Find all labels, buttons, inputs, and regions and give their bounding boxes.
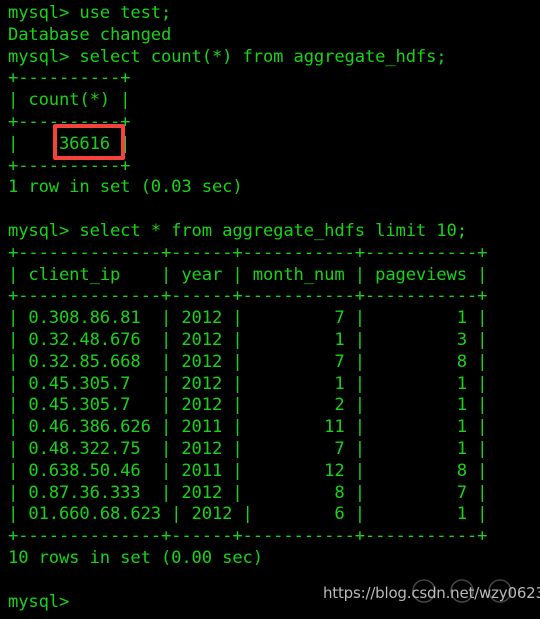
table-row: | 0.45.305.7 | 2012 | 2 | 1 | bbox=[8, 395, 488, 416]
terminal-line-prompt-count-query: mysql> select count(*) from aggregate_hd… bbox=[8, 46, 447, 67]
count-result-status: 1 row in set (0.03 sec) bbox=[8, 177, 243, 198]
blog-watermark: https://blog.csdn.net/wzy0623 bbox=[323, 584, 540, 602]
table-row: | 01.660.68.623 | 2012 | 6 | 1 | bbox=[8, 504, 488, 525]
table-row: | 0.638.50.46 | 2011 | 12 | 8 | bbox=[8, 460, 488, 481]
count-table-separator-bottom: +----------+ bbox=[8, 155, 131, 176]
terminal-window[interactable]: mysql> use test; Database changed mysql>… bbox=[0, 0, 540, 619]
table-row: | 0.32.85.668 | 2012 | 7 | 8 | bbox=[8, 351, 488, 372]
rows-table-separator-bottom: +--------------+------+-----------+-----… bbox=[8, 526, 488, 547]
table-row: | 0.308.86.81 | 2012 | 7 | 1 | bbox=[8, 308, 488, 329]
table-row: | 0.46.386.626 | 2011 | 11 | 1 | bbox=[8, 417, 488, 438]
rows-table-header-row: | client_ip | year | month_num | pagevie… bbox=[8, 264, 488, 285]
count-table-separator-mid: +----------+ bbox=[8, 111, 131, 132]
count-table-value-row: | 36616 | bbox=[8, 133, 131, 154]
rows-table-separator-top: +--------------+------+-----------+-----… bbox=[8, 242, 488, 263]
count-table-header-row: | count(*) | bbox=[8, 90, 131, 111]
terminal-line-database-changed: Database changed bbox=[8, 24, 172, 45]
select-result-status: 10 rows in set (0.00 sec) bbox=[8, 547, 263, 568]
table-row: | 0.48.322.75 | 2012 | 7 | 1 | bbox=[8, 438, 488, 459]
table-row: | 0.45.305.7 | 2012 | 1 | 1 | bbox=[8, 373, 488, 394]
table-row: | 0.32.48.676 | 2012 | 1 | 3 | bbox=[8, 329, 488, 350]
terminal-blank-line-1 bbox=[8, 199, 540, 221]
terminal-line-prompt-use-test: mysql> use test; bbox=[8, 3, 172, 23]
rows-table-separator-mid: +--------------+------+-----------+-----… bbox=[8, 286, 488, 307]
terminal-cursor bbox=[85, 590, 95, 607]
count-table-separator-top: +----------+ bbox=[8, 68, 131, 89]
table-row: | 0.87.36.333 | 2012 | 8 | 7 | bbox=[8, 482, 488, 503]
terminal-line-prompt-select-query: mysql> select * from aggregate_hdfs limi… bbox=[8, 220, 467, 241]
